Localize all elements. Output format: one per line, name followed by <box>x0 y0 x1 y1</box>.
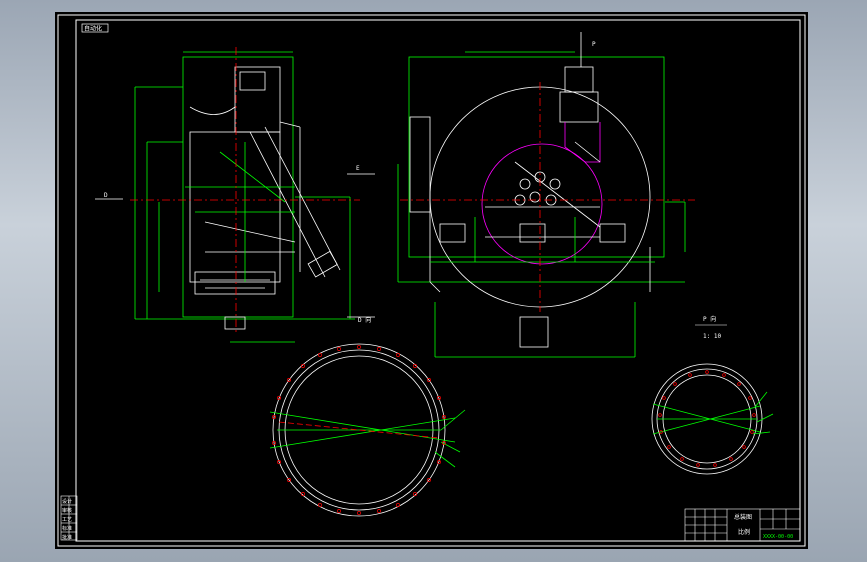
revision-block-item: 标准 <box>62 525 72 532</box>
drawing-sheet[interactable]: 自动化 D E D 向 P P 向 1: 10 总装图 比例 XXXX-00-0… <box>55 12 808 549</box>
title-block-sub: 比例 <box>738 528 750 536</box>
cad-drawing: 自动化 D E D 向 P P 向 1: 10 总装图 比例 XXXX-00-0… <box>57 14 806 547</box>
revision-block-item: 设计 <box>62 498 72 505</box>
cad-viewport: 自动化 D E D 向 P P 向 1: 10 总装图 比例 XXXX-00-0… <box>0 0 867 562</box>
revision-block-item: 审核 <box>62 507 72 514</box>
section-marker-D: D <box>104 192 108 199</box>
title-block-main: 总装图 <box>734 513 752 521</box>
top-left-tag: 自动化 <box>84 25 102 33</box>
revision-block-item: 批准 <box>62 534 72 541</box>
flange-small <box>651 363 774 475</box>
revision-block-item: 工艺 <box>62 517 72 523</box>
side-view <box>95 47 375 343</box>
view-D-label: D 向 <box>358 316 371 324</box>
flange-large <box>269 343 466 517</box>
outer-border <box>57 14 806 547</box>
view-P-scale: 1: 10 <box>703 333 721 340</box>
title-block-right: XXXX-00-00 <box>763 534 793 540</box>
section-marker-P: P <box>592 41 596 48</box>
section-marker-E: E <box>356 165 360 172</box>
view-P-title: P 向 <box>703 315 716 323</box>
front-view <box>397 32 695 358</box>
